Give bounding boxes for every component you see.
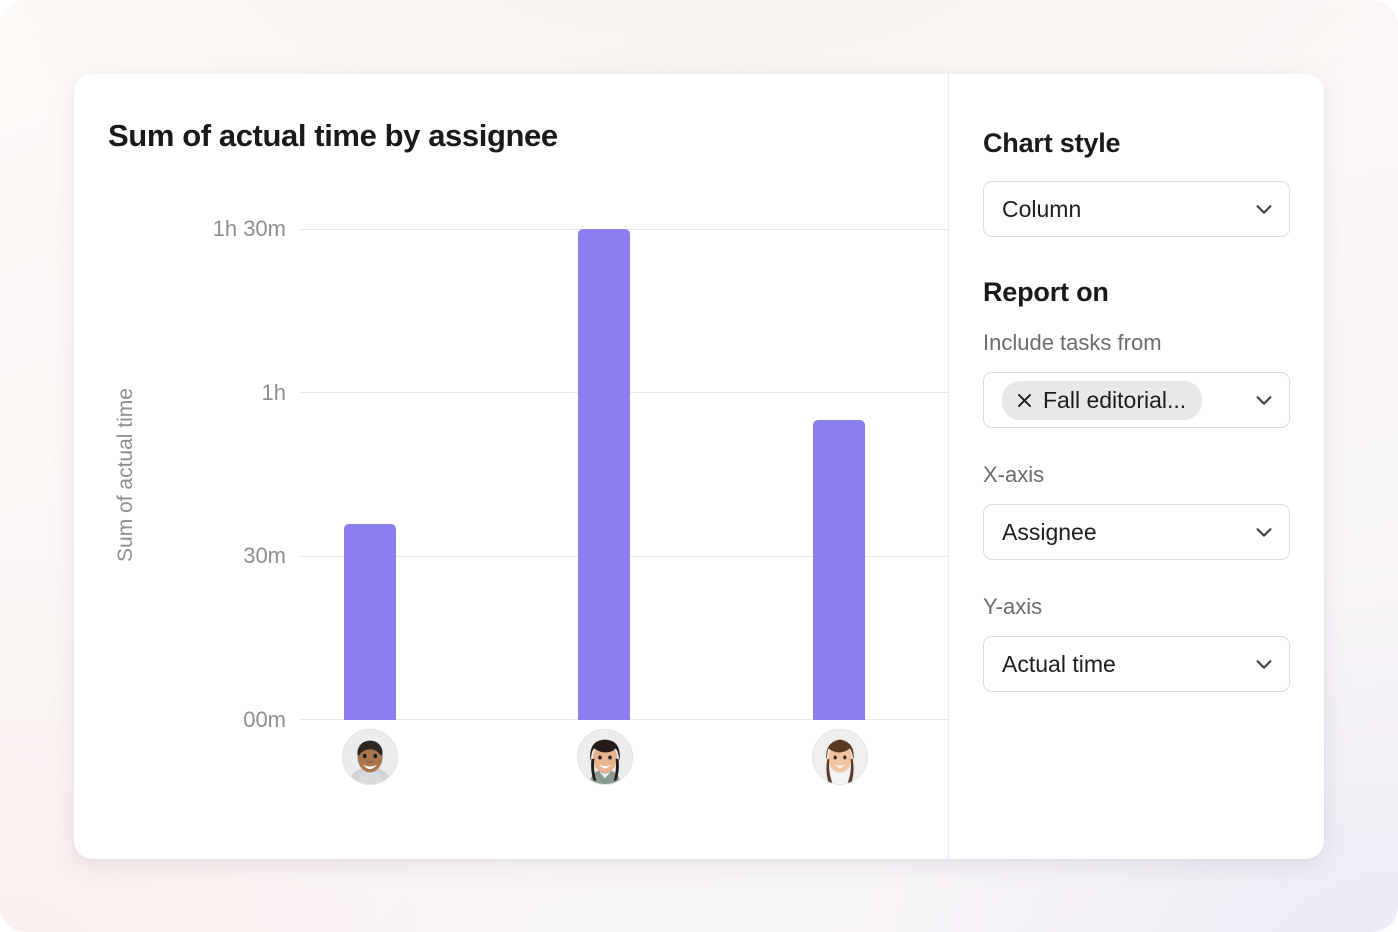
y-tick-label: 30m bbox=[243, 543, 286, 569]
y-axis-value: Actual time bbox=[1002, 650, 1116, 677]
y-axis-select[interactable]: Actual time bbox=[983, 636, 1290, 692]
page-background: Sum of actual time by assignee Sum of ac… bbox=[0, 0, 1398, 932]
close-icon[interactable] bbox=[1015, 391, 1034, 410]
y-axis-title-text: Sum of actual time bbox=[114, 387, 137, 562]
chevron-down-icon bbox=[1253, 521, 1275, 543]
x-axis-categories bbox=[300, 729, 949, 799]
y-axis-title: Sum of actual time bbox=[112, 229, 140, 720]
avatar-woman-brown-hair-icon bbox=[813, 730, 867, 784]
x-axis-select[interactable]: Assignee bbox=[983, 504, 1290, 560]
y-tick-label: 1h 30m bbox=[212, 216, 286, 241]
include-tasks-from-select[interactable]: Fall editorial... bbox=[983, 372, 1290, 428]
chart-pane: Sum of actual time by assignee Sum of ac… bbox=[74, 74, 949, 859]
x-axis-label: X-axis bbox=[983, 462, 1045, 487]
avatar-assignee-3[interactable] bbox=[812, 729, 868, 785]
chevron-down-icon bbox=[1253, 389, 1275, 411]
chart-style-heading: Chart style bbox=[983, 128, 1121, 158]
bar-assignee-2[interactable] bbox=[578, 229, 630, 720]
page-title: Sum of actual time by assignee bbox=[108, 118, 558, 153]
avatar-woman-dark-hair-icon bbox=[578, 730, 632, 784]
chart-style-value: Column bbox=[1002, 195, 1082, 222]
report-on-heading: Report on bbox=[983, 277, 1109, 307]
include-tasks-from-value: Fall editorial... bbox=[1002, 380, 1253, 420]
bar-assignee-1[interactable] bbox=[344, 523, 396, 720]
y-axis-label: Y-axis bbox=[983, 594, 1043, 619]
chevron-down-icon bbox=[1253, 653, 1275, 675]
x-axis-value: Assignee bbox=[1002, 518, 1097, 545]
include-tasks-from-label: Include tasks from bbox=[983, 330, 1162, 355]
y-tick-label: 1h bbox=[261, 379, 286, 405]
report-card: Sum of actual time by assignee Sum of ac… bbox=[74, 74, 1324, 859]
avatar-assignee-2[interactable] bbox=[577, 729, 633, 785]
avatar-assignee-1[interactable] bbox=[342, 729, 398, 785]
avatar-man-icon bbox=[343, 730, 397, 784]
plot-area bbox=[300, 229, 949, 720]
project-chip[interactable]: Fall editorial... bbox=[1002, 380, 1203, 420]
y-axis-ticks: 1h 30m 1h 30m 00m bbox=[154, 216, 286, 732]
y-tick-label: 00m bbox=[243, 707, 286, 732]
bar-assignee-3[interactable] bbox=[813, 419, 865, 720]
settings-pane: Chart style Column Report on Include tas… bbox=[949, 74, 1324, 859]
project-chip-label: Fall editorial... bbox=[1043, 386, 1187, 413]
chart-style-select[interactable]: Column bbox=[983, 181, 1290, 237]
chevron-down-icon bbox=[1253, 198, 1275, 220]
